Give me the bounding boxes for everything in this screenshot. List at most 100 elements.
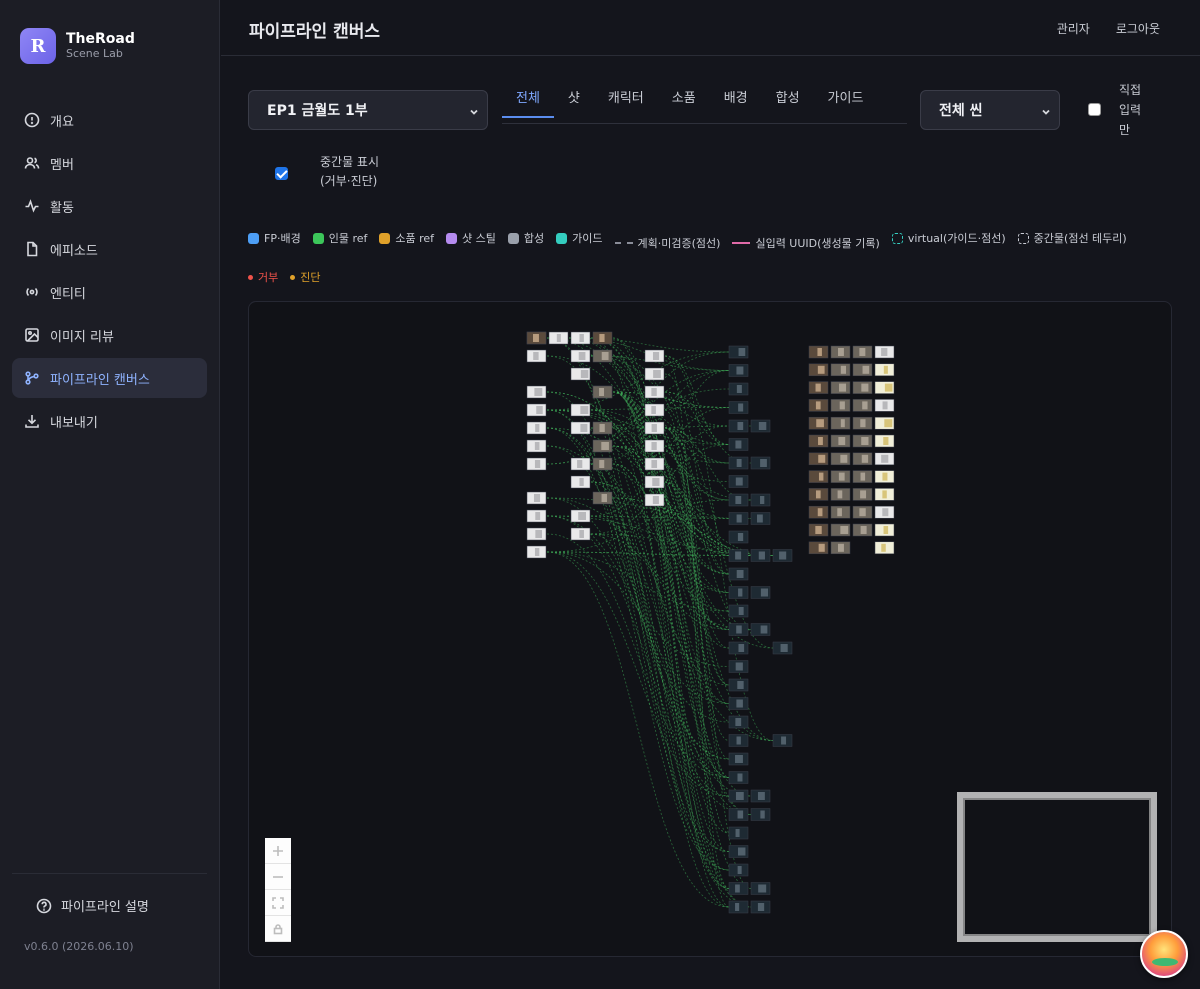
pipeline-node[interactable] (830, 345, 851, 359)
pipeline-node[interactable] (570, 349, 591, 363)
pipeline-node[interactable] (526, 457, 547, 471)
scene-select[interactable]: 전체 씬 (920, 90, 1060, 130)
sidebar-item-0[interactable]: 개요 (12, 100, 207, 140)
pipeline-node[interactable] (592, 491, 613, 505)
pipeline-node[interactable] (728, 697, 749, 710)
pipeline-node[interactable] (644, 457, 665, 471)
pipeline-node[interactable] (750, 512, 771, 525)
pipeline-node[interactable] (874, 541, 895, 555)
lock-icon[interactable] (265, 916, 291, 942)
minimap-viewport[interactable] (963, 798, 1151, 936)
pipeline-node[interactable] (728, 512, 749, 525)
pipeline-node[interactable] (728, 382, 749, 396)
pipeline-node[interactable] (852, 523, 873, 537)
direct-only-checkbox[interactable] (1088, 103, 1101, 116)
tab-4[interactable]: 배경 (710, 82, 762, 118)
pipeline-node[interactable] (728, 771, 749, 784)
pipeline-node[interactable] (750, 808, 771, 821)
pipeline-node[interactable] (830, 416, 851, 430)
pipeline-node[interactable] (526, 545, 547, 559)
pipeline-node[interactable] (808, 470, 829, 483)
pipeline-node[interactable] (644, 493, 665, 507)
pipeline-node[interactable] (830, 505, 851, 519)
pipeline-node[interactable] (592, 439, 613, 453)
pipeline-node[interactable] (728, 567, 749, 581)
pipeline-node[interactable] (728, 456, 749, 470)
pipeline-node[interactable] (874, 434, 895, 448)
pipeline-node[interactable] (874, 345, 895, 359)
pipeline-node[interactable] (728, 900, 749, 914)
pipeline-node[interactable] (830, 523, 851, 537)
tab-2[interactable]: 캐릭터 (594, 82, 658, 118)
pipeline-node[interactable] (728, 549, 749, 562)
pipeline-node[interactable] (750, 456, 771, 470)
pipeline-node[interactable] (852, 470, 873, 483)
pipeline-node[interactable] (592, 331, 613, 345)
pipeline-node[interactable] (808, 523, 829, 537)
pipeline-node[interactable] (644, 349, 665, 363)
assistant-avatar-button[interactable] (1140, 930, 1188, 978)
pipeline-canvas[interactable] (248, 301, 1172, 957)
sidebar-item-4[interactable]: 엔티티 (12, 272, 207, 312)
sidebar-item-3[interactable]: 에피소드 (12, 229, 207, 269)
pipeline-node[interactable] (526, 385, 547, 399)
pipeline-node[interactable] (728, 826, 749, 840)
pipeline-node[interactable] (728, 475, 749, 488)
pipeline-node[interactable] (874, 470, 895, 483)
pipeline-node[interactable] (592, 349, 613, 363)
episode-select[interactable]: EP1 금월도 1부 (248, 90, 488, 130)
pipeline-node[interactable] (808, 345, 829, 359)
pipeline-node[interactable] (830, 488, 851, 501)
tab-0[interactable]: 전체 (502, 82, 554, 118)
pipeline-node[interactable] (570, 331, 591, 345)
pipeline-node[interactable] (570, 475, 591, 489)
pipeline-node[interactable] (570, 457, 591, 471)
pipeline-help-link[interactable]: 파이프라인 설명 (36, 896, 149, 915)
pipeline-node[interactable] (852, 381, 873, 394)
pipeline-node[interactable] (852, 399, 873, 412)
pipeline-node[interactable] (808, 434, 829, 448)
pipeline-node[interactable] (852, 345, 873, 359)
zoom-in-button[interactable] (265, 838, 291, 864)
pipeline-node[interactable] (728, 734, 749, 747)
sidebar-item-2[interactable]: 활동 (12, 186, 207, 226)
pipeline-node[interactable] (852, 363, 873, 377)
pipeline-node[interactable] (808, 452, 829, 466)
pipeline-node[interactable] (728, 438, 749, 451)
show-intermediate-toggle[interactable]: 중간물 표시 (거부·진단) (275, 153, 379, 191)
tab-1[interactable]: 샷 (554, 82, 594, 118)
minimap[interactable] (957, 792, 1157, 942)
pipeline-node[interactable] (728, 401, 749, 414)
pipeline-node[interactable] (526, 439, 547, 453)
pipeline-node[interactable] (526, 491, 547, 505)
pipeline-node[interactable] (830, 434, 851, 448)
pipeline-node[interactable] (728, 845, 749, 858)
pipeline-node[interactable] (728, 808, 749, 821)
pipeline-node[interactable] (728, 641, 749, 655)
sidebar-item-5[interactable]: 이미지 리뷰 (12, 315, 207, 355)
pipeline-node[interactable] (830, 399, 851, 412)
show-intermediate-checkbox[interactable] (275, 167, 288, 180)
pipeline-node[interactable] (852, 434, 873, 448)
tab-5[interactable]: 합성 (762, 82, 814, 118)
pipeline-node[interactable] (750, 586, 771, 599)
sidebar-item-6[interactable]: 파이프라인 캔버스 (12, 358, 207, 398)
tab-3[interactable]: 소품 (658, 82, 710, 118)
pipeline-node[interactable] (644, 385, 665, 399)
pipeline-node[interactable] (548, 331, 569, 345)
pipeline-node[interactable] (728, 493, 749, 507)
pipeline-node[interactable] (728, 660, 749, 673)
pipeline-node[interactable] (728, 678, 749, 692)
direct-only-toggle[interactable]: 직접 입력 만 (1088, 80, 1149, 140)
pipeline-node[interactable] (750, 900, 771, 914)
pipeline-node[interactable] (808, 541, 829, 555)
pipeline-node[interactable] (728, 604, 749, 618)
fit-view-button[interactable] (265, 890, 291, 916)
pipeline-node[interactable] (874, 416, 895, 430)
pipeline-node[interactable] (808, 399, 829, 412)
pipeline-node[interactable] (874, 363, 895, 377)
pipeline-node[interactable] (750, 882, 771, 895)
pipeline-node[interactable] (728, 364, 749, 377)
pipeline-node[interactable] (644, 439, 665, 453)
pipeline-node[interactable] (644, 403, 665, 417)
